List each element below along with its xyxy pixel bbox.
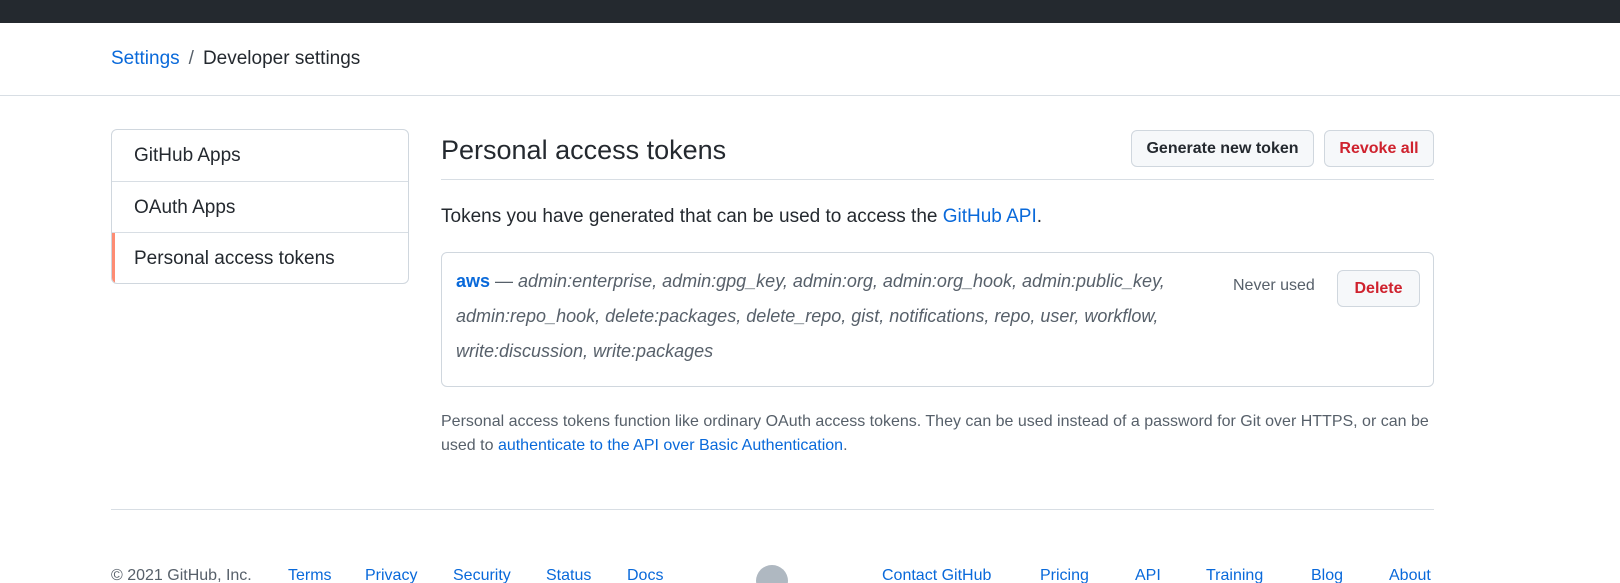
generate-new-token-button[interactable]: Generate new token bbox=[1131, 130, 1314, 167]
token-description: aws — admin:enterprise, admin:gpg_key, a… bbox=[456, 264, 1246, 369]
footer-divider bbox=[111, 509, 1434, 510]
intro-text: Tokens you have generated that can be us… bbox=[441, 205, 1042, 229]
token-last-used-status: Never used bbox=[1233, 277, 1315, 294]
token-scopes: admin:enterprise, admin:gpg_key, admin:o… bbox=[456, 271, 1165, 361]
page-title: Personal access tokens bbox=[441, 135, 727, 165]
token-info-note: Personal access tokens function like ord… bbox=[441, 410, 1434, 458]
footer-link-training[interactable]: Training bbox=[1206, 564, 1263, 583]
breadcrumb-bar: Settings / Developer settings bbox=[0, 23, 1620, 96]
breadcrumb-settings-link[interactable]: Settings bbox=[111, 48, 180, 69]
intro-text-end: . bbox=[1036, 206, 1043, 227]
sidebar-item-label: GitHub Apps bbox=[134, 145, 241, 166]
delete-token-button[interactable]: Delete bbox=[1337, 270, 1420, 307]
sidebar-item-personal-access-tokens[interactable]: Personal access tokens bbox=[112, 232, 408, 283]
basic-auth-link[interactable]: authenticate to the API over Basic Authe… bbox=[498, 437, 843, 454]
footer-link-blog[interactable]: Blog bbox=[1311, 564, 1343, 583]
breadcrumb-current: Developer settings bbox=[202, 48, 361, 69]
footer-link-contact-github[interactable]: Contact GitHub bbox=[882, 564, 991, 583]
top-header-bar bbox=[0, 0, 1620, 23]
footer-link-privacy[interactable]: Privacy bbox=[365, 564, 417, 583]
footer-link-pricing[interactable]: Pricing bbox=[1040, 564, 1089, 583]
sidebar-item-oauth-apps[interactable]: OAuth Apps bbox=[112, 181, 408, 232]
token-name-link[interactable]: aws bbox=[456, 271, 490, 291]
footer: © 2021 GitHub, Inc. Terms Privacy Securi… bbox=[0, 564, 1620, 583]
token-dash: — bbox=[490, 271, 519, 291]
footer-link-status[interactable]: Status bbox=[546, 564, 591, 583]
intro-text-body: Tokens you have generated that can be us… bbox=[441, 206, 938, 227]
footer-link-security[interactable]: Security bbox=[453, 564, 511, 583]
footer-link-api[interactable]: API bbox=[1135, 564, 1161, 583]
title-divider bbox=[441, 179, 1434, 180]
revoke-all-button[interactable]: Revoke all bbox=[1324, 130, 1434, 167]
footer-link-about[interactable]: About bbox=[1389, 564, 1431, 583]
token-info-note-end: . bbox=[843, 437, 848, 454]
developer-settings-sidebar: GitHub Apps OAuth Apps Personal access t… bbox=[111, 129, 409, 284]
breadcrumb: Settings / Developer settings bbox=[111, 47, 360, 71]
sidebar-item-label: Personal access tokens bbox=[134, 248, 335, 269]
footer-link-terms[interactable]: Terms bbox=[288, 564, 332, 583]
footer-copyright: © 2021 GitHub, Inc. bbox=[111, 567, 252, 583]
footer-link-docs[interactable]: Docs bbox=[627, 564, 663, 583]
sidebar-item-github-apps[interactable]: GitHub Apps bbox=[112, 130, 408, 181]
sidebar-item-label: OAuth Apps bbox=[134, 197, 236, 218]
token-list-item: aws — admin:enterprise, admin:gpg_key, a… bbox=[441, 252, 1434, 387]
breadcrumb-separator: / bbox=[188, 48, 194, 69]
github-api-link[interactable]: GitHub API bbox=[943, 206, 1037, 227]
